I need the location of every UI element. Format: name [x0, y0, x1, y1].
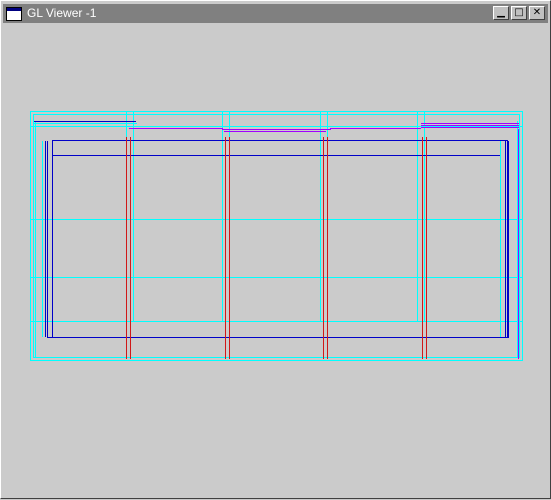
inner-frame [52, 140, 508, 338]
blue-frame [34, 121, 509, 338]
outer-frame [30, 111, 523, 361]
red-posts [126, 137, 427, 359]
gl-viewer-window: GL Viewer -1 ▁ □ ✕ [0, 0, 551, 499]
wireframe-canvas [30, 111, 523, 361]
cyan-grid [30, 111, 523, 361]
